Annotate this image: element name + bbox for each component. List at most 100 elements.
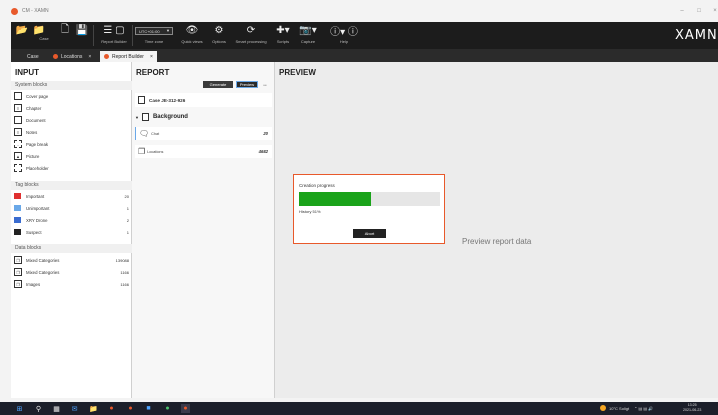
item-label: Mixed Categories (26, 269, 60, 275)
ribbon-separator (132, 25, 133, 46)
options-button[interactable]: ⚙ Options (208, 22, 230, 49)
data-blocks-header: Data blocks (11, 244, 132, 253)
report-heading: REPORT (136, 68, 170, 77)
item-label: Cover page (26, 93, 49, 99)
tag-icon (14, 193, 21, 199)
tag-block-item[interactable]: XRY Drone 2 (14, 215, 131, 225)
tag-block-item[interactable]: Important 20 (14, 191, 131, 201)
spotify-icon[interactable]: ● (163, 404, 172, 413)
gear-icon: ⚙ (214, 25, 224, 36)
weather-widget[interactable]: 10°C Soligt ⌃ ▤ ▤ 🔊 (600, 405, 653, 411)
item-count: 1166 (120, 281, 129, 287)
system-block-item[interactable]: Cover page (14, 91, 131, 101)
open-case-button[interactable]: 📂 (15, 22, 29, 49)
creation-progress-dialog: Creation progress History 51% Abort (293, 174, 445, 244)
tab-locations[interactable]: Locations × (49, 51, 95, 62)
report-row-chat[interactable]: 🗨 Chat 20 (135, 127, 272, 140)
progress-bar (299, 192, 440, 206)
report-case-block[interactable]: Case JE-312-926 (135, 93, 272, 107)
chapter-title: Background (152, 114, 188, 120)
xamn-taskbar-icon[interactable]: ● (181, 404, 190, 413)
item-count: 1 (126, 229, 129, 235)
smart-processing-icon: ⟳ (246, 25, 256, 36)
minimize-button[interactable]: – (673, 0, 691, 22)
word-icon[interactable]: ■ (144, 404, 153, 413)
close-icon[interactable]: × (150, 54, 153, 60)
item-label: Document (26, 117, 46, 123)
scripts-button[interactable]: ✚▾ Scripts (273, 22, 293, 49)
options-label: Options (212, 39, 226, 44)
item-label: Chapter (26, 105, 42, 111)
close-window-button[interactable]: × (706, 0, 718, 22)
search-icon[interactable]: ⚲ (34, 404, 43, 413)
row-count: 20 (263, 131, 268, 136)
data-block-item[interactable]: ❐ Mixed Categories 1166 (14, 267, 131, 277)
system-block-item[interactable]: - Page break (14, 139, 131, 149)
firefox-icon[interactable]: ● (126, 404, 135, 413)
task-view-icon[interactable]: ▦ (52, 404, 61, 413)
puzzle-icon: ✚▾ (276, 25, 290, 36)
smart-processing-button[interactable]: ⟳ Smart processing (231, 22, 271, 49)
taskbar: ⊞ ⚲ ▦ ✉ 📁 ● ● ■ ● ● 10°C Soligt ⌃ ▤ ▤ 🔊 … (0, 402, 718, 415)
clock[interactable]: 13:25 2021-06-23 (683, 403, 701, 413)
system-block-item[interactable]: Placeholder (14, 163, 131, 173)
picture-icon: ▲ (14, 152, 22, 160)
chapter-icon (141, 113, 149, 121)
row-count: 4682 (258, 149, 268, 154)
item-label: Page break (26, 141, 48, 147)
save-button[interactable]: 💾 (75, 22, 89, 49)
timezone-select[interactable]: UTC+01:00 ▼ (135, 27, 173, 35)
tag-icon (14, 205, 21, 211)
more-options-button[interactable]: ••• (260, 81, 270, 88)
system-block-item[interactable]: ▲ Picture (14, 151, 131, 161)
tab-report-builder[interactable]: Report Builder × (100, 51, 157, 62)
tag-block-item[interactable]: Suspect 1 (14, 227, 131, 237)
tag-icon (14, 229, 21, 235)
progress-bar-fill (299, 192, 371, 206)
report-row-locations[interactable]: ❐ Locations 4682 (135, 145, 272, 158)
quick-views-button[interactable]: 👁 Quick views (177, 22, 207, 49)
help-button[interactable]: ⓘ▾ ⓘ Help (326, 22, 362, 49)
smart-processing-label: Smart processing (235, 39, 267, 44)
item-count: 139088 (115, 257, 129, 263)
data-block-item[interactable]: ❐ Images 1166 (14, 279, 131, 289)
window-title: CM - XAMN (22, 8, 49, 14)
abort-button[interactable]: Abort (353, 229, 386, 238)
eye-icon: 👁 (185, 25, 199, 36)
chevron-down-icon: ▼ (166, 28, 170, 33)
stacked-pages-icon: ❐ (14, 256, 22, 264)
xamn-logo: XAMN (675, 28, 718, 43)
data-block-item[interactable]: ❐ Mixed Categories 139088 (14, 255, 131, 265)
report-builder-button[interactable]: ☰ ▢ Report Builder (96, 22, 132, 49)
case-group-label: Case (39, 36, 49, 41)
preview-button[interactable]: Preview (236, 81, 258, 88)
new-document-button[interactable]: 🗋 (57, 22, 73, 49)
background-chapter[interactable]: ▼ Background (132, 110, 275, 124)
generate-button[interactable]: Generate (203, 81, 233, 88)
file-explorer-icon[interactable]: 📁 (89, 404, 98, 413)
folder-open-icon: 📂 (15, 25, 29, 36)
capture-button[interactable]: 📷▾ Capture (296, 22, 320, 49)
item-label: Unimportant (26, 205, 50, 211)
report-builder-tab-icon (104, 54, 109, 59)
item-count: 1 (126, 205, 129, 211)
system-block-item[interactable]: ≡ Chapter (14, 103, 131, 113)
tray-icons[interactable]: ⌃ ▤ ▤ 🔊 (634, 406, 653, 411)
close-icon[interactable]: × (88, 54, 91, 60)
windows-start-icon[interactable]: ⊞ (15, 404, 24, 413)
progress-status: History 51% (299, 209, 321, 214)
title-bar: CM - XAMN – □ × (0, 0, 718, 22)
outlook-icon[interactable]: ✉ (70, 404, 79, 413)
app-icon[interactable]: ● (107, 404, 116, 413)
tag-block-item[interactable]: Unimportant 1 (14, 203, 131, 213)
system-block-item[interactable]: Document (14, 115, 131, 125)
item-label: XRY Drone (26, 217, 48, 223)
system-block-item[interactable]: ≡ Notes (14, 127, 131, 137)
tab-case[interactable]: Case (23, 51, 43, 62)
stacked-pages-icon: ❐ (14, 268, 22, 276)
chevron-down-icon[interactable]: ▼ (135, 115, 139, 120)
row-label: Chat (151, 131, 160, 136)
chapter-icon: ≡ (14, 104, 22, 112)
report-pane: REPORT Generate Preview ••• Case JE-312-… (132, 62, 275, 398)
notes-icon: ≡ (14, 128, 22, 136)
